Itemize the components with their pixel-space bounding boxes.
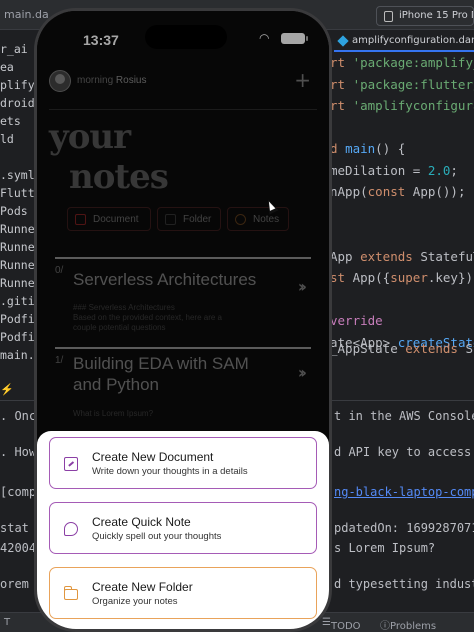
- console-line-start: 42004: [0, 541, 37, 555]
- console-link[interactable]: ng-black-laptop-compu: [334, 485, 474, 499]
- quick-note-icon: [64, 522, 78, 536]
- code-line: _AppState extends St: [330, 338, 474, 360]
- code-token: nApp(: [330, 184, 368, 199]
- code-token: d: [330, 141, 346, 156]
- device-selector[interactable]: iPhone 15 Pro Max: [376, 6, 474, 26]
- code-token: St: [465, 341, 474, 356]
- create-document-option[interactable]: Create New Document Write down your thou…: [49, 437, 317, 489]
- code-token: st: [330, 270, 353, 285]
- console-line-end: pdatedOn: 1699287071,: [334, 521, 474, 535]
- code-token: 'amplifyconfigurati: [352, 98, 474, 113]
- create-folder-option[interactable]: Create New Folder Organize your notes: [49, 567, 317, 619]
- code-token: App());: [412, 184, 466, 199]
- code-line: meDilation = 2.0;: [330, 160, 474, 182]
- code-line: d main() {: [330, 138, 474, 160]
- code-line: rt 'amplifyconfigurati: [330, 95, 474, 117]
- code-line: rt 'package:flutter/s: [330, 74, 474, 96]
- code-token: const: [367, 184, 413, 199]
- code-token: ;: [450, 162, 458, 178]
- code-token: main: [345, 141, 376, 156]
- console-line-end: d API key to access A: [334, 445, 474, 459]
- code-line: App extends StatefuT: [330, 246, 474, 268]
- dart-file-icon: [337, 35, 349, 47]
- option-subtitle: Quickly spell out your thoughts: [92, 531, 222, 542]
- code-editor-appstate-line[interactable]: _AppState extends St: [330, 338, 474, 360]
- code-token: meDilation =: [330, 162, 428, 178]
- option-subtitle: Organize your notes: [92, 596, 178, 607]
- option-title: Create New Document: [92, 450, 214, 464]
- console-line-start: stat: [0, 521, 29, 535]
- option-title: Create New Folder: [92, 580, 193, 594]
- console-line-start: [comp: [0, 485, 37, 499]
- code-token: verride: [330, 313, 383, 328]
- create-quick-note-option[interactable]: Create Quick Note Quickly spell out your…: [49, 502, 317, 554]
- code-token: App({: [352, 270, 391, 285]
- app-screen: 13:37 ◠ morning Rosius + your notes Docu…: [37, 11, 329, 629]
- code-line: rt 'package:amplify_f: [330, 52, 474, 74]
- code-line: st App({super.key});: [330, 267, 474, 289]
- document-edit-icon: [64, 457, 78, 471]
- terminal-tab[interactable]: T: [4, 617, 10, 628]
- code-token: rt: [330, 98, 353, 113]
- code-token: 'package:amplify_f: [352, 55, 474, 70]
- code-token: App: [330, 248, 361, 264]
- code-editor[interactable]: rt 'package:amplify_frt 'package:flutter…: [330, 52, 474, 353]
- code-token: extends: [405, 341, 466, 356]
- code-token: StatefuT: [420, 248, 474, 264]
- problems-tab[interactable]: ⓘ Problems: [380, 617, 436, 632]
- folder-icon: [63, 586, 78, 600]
- editor-file-tab[interactable]: amplifyconfiguration.dart: [334, 30, 474, 52]
- option-title: Create Quick Note: [92, 515, 191, 529]
- code-token: 2.0: [427, 162, 451, 178]
- code-line: verride: [330, 310, 474, 332]
- editor-file-tab-label: amplifyconfiguration.dart: [352, 35, 474, 46]
- console-line-end: d typesetting industr: [334, 577, 474, 591]
- option-subtitle: Write down your thoughts in a details: [92, 466, 248, 477]
- code-line: nApp(const App());: [330, 181, 474, 203]
- console-line-end: s Lorem Ipsum?: [334, 541, 436, 555]
- iphone-simulator: 13:37 ◠ morning Rosius + your notes Docu…: [34, 8, 332, 632]
- console-line-start: orem: [0, 577, 29, 591]
- todo-tab-label: TODO: [330, 621, 361, 632]
- problems-tab-label: Problems: [390, 621, 437, 632]
- phone-device-icon: [384, 11, 393, 22]
- console-line-end: t in the AWS Console?: [334, 409, 474, 423]
- code-token: extends: [360, 248, 421, 264]
- device-selector-label: iPhone 15 Pro Max: [399, 10, 473, 21]
- code-token: 'package:flutter/s: [352, 76, 474, 92]
- code-token: () {: [375, 141, 406, 156]
- code-token: rt: [330, 55, 353, 70]
- create-bottom-sheet: Create New Document Write down your thou…: [37, 431, 329, 629]
- code-token: .key});: [427, 270, 474, 285]
- console-line-start: . How: [0, 445, 37, 459]
- code-token: super: [390, 270, 428, 285]
- code-token: rt: [330, 76, 353, 92]
- bolt-icon: ⚡: [0, 384, 14, 396]
- code-token: _AppState: [330, 341, 406, 356]
